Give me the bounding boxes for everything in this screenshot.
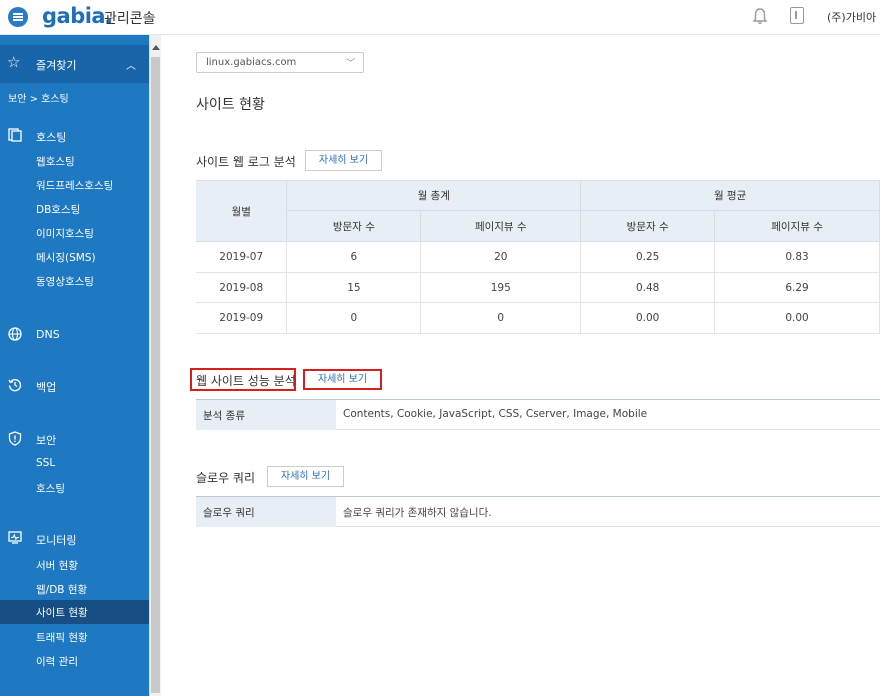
sidebar-section-hosting[interactable]: 호스팅 [36, 129, 66, 145]
col-avg-pageviews: 페이지뷰 수 [714, 210, 880, 242]
sidebar-item-image-hosting[interactable]: 이미지호스팅 [36, 226, 94, 241]
sidebar-item-video-hosting[interactable]: 동영상호스팅 [36, 274, 94, 289]
top-header: gabia. 관리콘솔 (주)가비아 ˅ [0, 0, 880, 35]
backup-icon [8, 379, 22, 392]
col-monthly-total: 월 총계 [286, 180, 582, 211]
user-menu[interactable]: (주)가비아 ˅ [827, 9, 880, 25]
performance-section-title: 웹 사이트 성능 분석 [196, 374, 296, 388]
weblog-section-title: 사이트 웹 로그 분석 [196, 155, 296, 169]
sidebar-item-site-status-label: 사이트 현황 [36, 607, 88, 619]
table-row: 2019-08 15 195 0.48 6.29 [196, 272, 880, 303]
globe-icon [8, 327, 22, 341]
star-icon: ☆ [7, 53, 21, 71]
sidebar-item-history[interactable]: 이력 관리 [36, 654, 78, 669]
bell-icon[interactable] [752, 7, 768, 25]
sidebar-item-db-hosting[interactable]: DB호스팅 [36, 202, 80, 217]
page-title: 사이트 현황 [196, 97, 265, 113]
sidebar-item-web-db-status[interactable]: 웹/DB 현황 [36, 582, 87, 597]
sidebar-item-security-hosting[interactable]: 호스팅 [36, 481, 65, 496]
console-title: 관리콘솔 [104, 11, 156, 27]
performance-key: 분석 종류 [196, 400, 336, 430]
notice-icon[interactable] [790, 7, 804, 24]
sidebar-item-server-status[interactable]: 서버 현황 [36, 558, 78, 573]
slow-query-row: 슬로우 쿼리 슬로우 쿼리가 존재하지 않습니다. [196, 496, 880, 527]
sidebar-section-backup[interactable]: 백업 [36, 379, 56, 395]
gabia-logo[interactable]: gabia. [42, 4, 113, 28]
sidebar-item-messaging[interactable]: 메시징(SMS) [36, 250, 96, 265]
weblog-detail-button[interactable]: 자세히 보기 [305, 150, 382, 171]
scroll-up-icon[interactable] [152, 45, 160, 50]
sidebar-section-monitoring[interactable]: 모니터링 [36, 532, 76, 548]
performance-value: Contents, Cookie, JavaScript, CSS, Cserv… [343, 408, 648, 420]
sidebar-item-site-status[interactable]: 사이트 현황 [0, 600, 149, 624]
col-total-pageviews: 페이지뷰 수 [420, 210, 582, 242]
chevron-up-icon: ︿ [126, 61, 136, 72]
chevron-down-icon: ﹀ [345, 59, 355, 69]
sidebar-item-ssl[interactable]: SSL [36, 457, 55, 469]
col-avg-visitors: 방문자 수 [580, 210, 716, 242]
slow-query-key: 슬로우 쿼리 [196, 497, 336, 527]
menu-icon[interactable] [8, 7, 28, 27]
slow-query-detail-button[interactable]: 자세히 보기 [267, 466, 344, 487]
sidebar-section-dns[interactable]: DNS [36, 328, 60, 341]
server-select-value: linux.gabiacs.com [206, 57, 297, 68]
sidebar-breadcrumb[interactable]: 보안 > 호스팅 [8, 90, 69, 105]
slow-query-section-title: 슬로우 쿼리 [196, 471, 256, 485]
sidebar-item-traffic-status[interactable]: 트래픽 현황 [36, 630, 88, 645]
monitor-icon [8, 531, 22, 544]
performance-detail-button[interactable]: 자세히 보기 [303, 369, 382, 390]
sidebar-scrollbar[interactable] [149, 35, 161, 696]
sidebar-item-wordpress-hosting[interactable]: 워드프레스호스팅 [36, 178, 113, 193]
slow-query-value: 슬로우 쿼리가 존재하지 않습니다. [343, 507, 492, 519]
sidebar-item-web-hosting[interactable]: 웹호스팅 [36, 154, 75, 169]
shield-icon [8, 431, 22, 446]
col-total-visitors: 방문자 수 [286, 210, 422, 242]
hosting-icon [8, 128, 22, 142]
favorites-label: 즐겨찾기 [36, 59, 77, 72]
favorites-toggle[interactable]: ☆ 즐겨찾기 ︿ [0, 45, 149, 83]
sidebar-section-security[interactable]: 보안 [36, 432, 56, 448]
weblog-table: 월별 월 총계 월 평균 방문자 수 페이지뷰 수 방문자 수 페이지뷰 수 2… [196, 180, 880, 334]
col-month: 월별 [196, 180, 288, 242]
scrollbar-thumb[interactable] [151, 57, 160, 693]
table-row: 2019-07 6 20 0.25 0.83 [196, 241, 880, 273]
col-monthly-avg: 월 평균 [580, 180, 880, 211]
sidebar: ☆ 즐겨찾기 ︿ 보안 > 호스팅 호스팅 웹호스팅 워드프레스호스팅 DB호스… [0, 35, 149, 696]
performance-row: 분석 종류 Contents, Cookie, JavaScript, CSS,… [196, 399, 880, 430]
table-row: 2019-09 0 0 0.00 0.00 [196, 302, 880, 334]
server-select[interactable]: linux.gabiacs.com ﹀ [196, 52, 364, 73]
